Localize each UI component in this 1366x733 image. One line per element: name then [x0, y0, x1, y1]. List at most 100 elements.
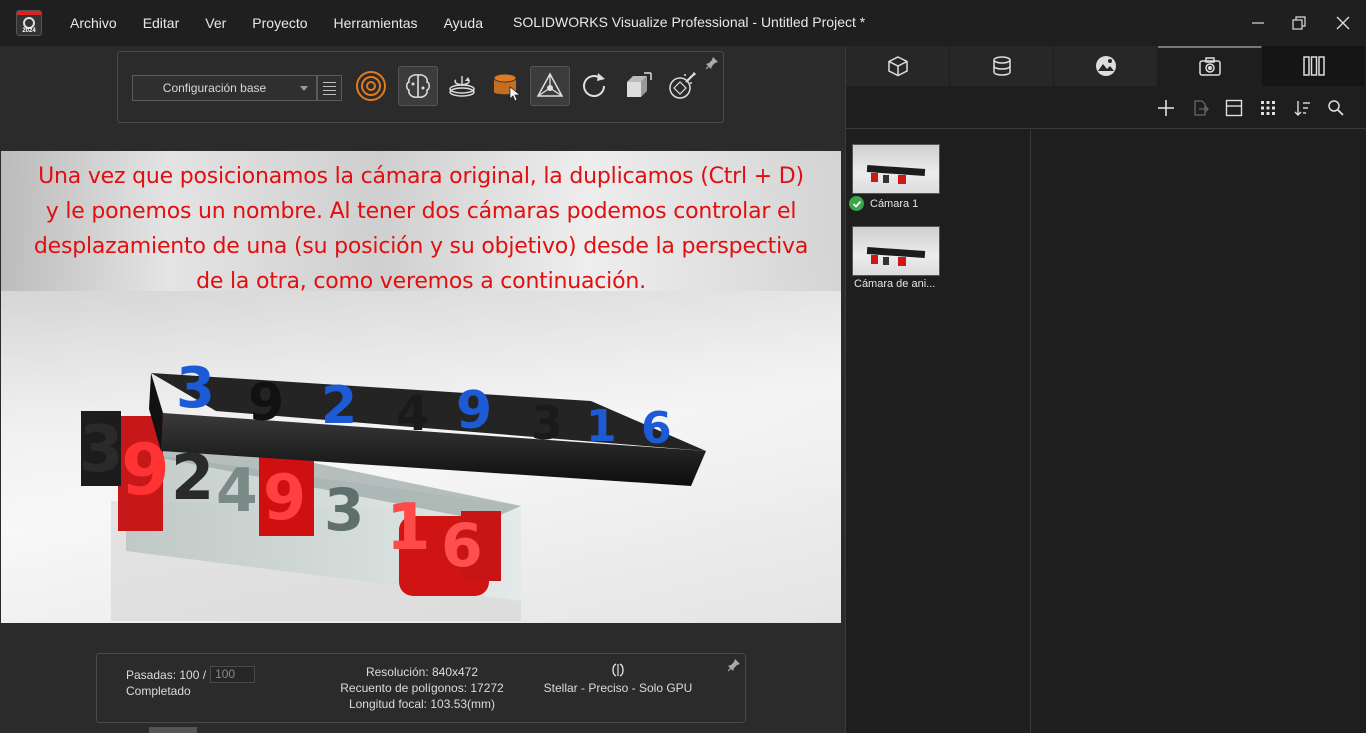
triad-icon: [536, 72, 564, 97]
refresh-icon: [583, 73, 605, 97]
front-digit: 3: [324, 476, 365, 544]
app-logo-year: 2024: [22, 28, 36, 34]
export-camera-button[interactable]: [1190, 98, 1210, 118]
configuration-list-button[interactable]: [317, 75, 342, 101]
close-icon: [1336, 16, 1350, 30]
turntable-tool[interactable]: [442, 66, 482, 106]
add-camera-button[interactable]: [1156, 98, 1176, 118]
tab-scenes[interactable]: [1054, 46, 1158, 86]
pin-icon: [705, 57, 718, 70]
viewport-area: Configuración base 3 9 2 4 9 3 1 6 3 9 2…: [0, 46, 845, 733]
palette-tabs: [846, 46, 1366, 86]
pin-status-button[interactable]: [727, 658, 741, 675]
menu-ver[interactable]: Ver: [205, 15, 226, 31]
caption-line: y le ponemos un nombre. Al tener dos cám…: [45, 199, 797, 224]
magic-wand-icon: [669, 72, 696, 99]
passes-label: Pasadas: 100 /: [126, 667, 207, 682]
menu-editar[interactable]: Editar: [143, 15, 180, 31]
plus-icon: [1158, 100, 1174, 116]
target-tool[interactable]: [351, 66, 391, 106]
cube-icon: [887, 56, 908, 77]
tab-libraries[interactable]: [1262, 46, 1366, 86]
camera-label-row: Cámara 1: [849, 196, 942, 211]
horizontal-scrollbar[interactable]: [149, 727, 197, 733]
database-icon: [992, 56, 1011, 76]
turntable-icon: [449, 76, 475, 97]
camera-name: Cámara 1: [870, 197, 919, 210]
menu-proyecto[interactable]: Proyecto: [252, 15, 307, 31]
grid-icon: [1261, 101, 1275, 115]
chevron-down-icon: [300, 86, 308, 91]
render-status-panel: Pasadas: 100 / 100 Completado Resolución…: [96, 653, 746, 723]
render-viewport[interactable]: 3 9 2 4 9 3 1 6 3 9 2 4 9 3 1 6 Una vez …: [1, 151, 841, 623]
layout-view-button[interactable]: [1224, 98, 1244, 118]
camera-thumbnail: [852, 144, 940, 194]
bar-digit: 3: [176, 356, 215, 421]
caption-line: Una vez que posicionamos la cámara origi…: [38, 164, 804, 189]
camera-label-row: Cámara de ani...: [854, 278, 942, 290]
camera-item[interactable]: Cámara de ani...: [852, 226, 942, 290]
search-icon: [1328, 100, 1344, 116]
configuration-select[interactable]: Configuración base: [132, 75, 317, 101]
resolution-text: Resolución: 840x472: [365, 665, 479, 679]
object-edit-tool[interactable]: [486, 66, 526, 106]
brain-icon: [406, 74, 430, 98]
restore-button[interactable]: [1287, 12, 1311, 34]
camera-thumbnail: [852, 226, 940, 276]
restore-icon: [1292, 16, 1306, 30]
refresh-tool[interactable]: [574, 66, 614, 106]
window-title: SOLIDWORKS Visualize Professional - Unti…: [513, 14, 866, 30]
pin-toolbar-button[interactable]: [705, 56, 719, 75]
tutorial-caption: Una vez que posicionamos la cámara origi…: [1, 159, 841, 299]
focal-length-text: Longitud focal: 103.53(mm): [348, 697, 496, 711]
brain-tool[interactable]: [398, 66, 438, 106]
camera-list: Cámara 1 Cámara de ani...: [846, 130, 1031, 733]
scale-tool[interactable]: [618, 66, 658, 106]
grid-view-button[interactable]: [1258, 98, 1278, 118]
magic-wand-tool[interactable]: [662, 66, 702, 106]
front-digit: 2: [171, 441, 215, 514]
front-digit: 1: [386, 491, 431, 565]
menu-archivo[interactable]: Archivo: [70, 15, 117, 31]
minimize-icon: [1252, 22, 1264, 24]
app-window: 2024 Archivo Editar Ver Proyecto Herrami…: [0, 0, 1366, 733]
bar-digit: 9: [248, 373, 285, 433]
menu-ayuda[interactable]: Ayuda: [444, 15, 483, 31]
search-button[interactable]: [1326, 98, 1346, 118]
camera-item[interactable]: Cámara 1: [849, 144, 942, 211]
tool-panel: Configuración base: [117, 51, 724, 123]
render-mode-label: Stellar - Preciso - Solo GPU: [543, 681, 693, 695]
bar-digit: 4: [396, 386, 430, 442]
configuration-value: Configuración base: [162, 81, 267, 95]
tab-appearances[interactable]: [950, 46, 1054, 86]
triad-tool[interactable]: [530, 66, 570, 106]
active-check-icon: [849, 196, 864, 211]
caption-line: de la otra, como veremos a continuación.: [196, 269, 646, 294]
passes-max-input[interactable]: 100: [210, 666, 256, 683]
bar-digit: 2: [321, 376, 358, 436]
bar-digit: 6: [641, 403, 672, 454]
tab-cameras[interactable]: [1158, 46, 1262, 86]
sort-icon: [1294, 101, 1310, 116]
camera-name: Cámara de ani...: [854, 278, 936, 290]
app-logo[interactable]: 2024: [16, 10, 42, 36]
scale-icon: [627, 72, 652, 97]
palette-panel: Cámara 1 Cámara de ani...: [845, 46, 1366, 733]
menu-herramientas[interactable]: Herramientas: [334, 15, 418, 31]
bar-digit: 3: [531, 396, 564, 450]
title-bar: 2024 Archivo Editar Ver Proyecto Herrami…: [0, 0, 1366, 46]
bar-digit: 9: [456, 381, 493, 441]
polygon-count-text: Recuento de polígonos: 17272: [340, 681, 504, 695]
close-button[interactable]: [1331, 12, 1355, 34]
front-digit: 9: [263, 461, 307, 534]
tab-models[interactable]: [846, 46, 950, 86]
sort-button[interactable]: [1292, 98, 1312, 118]
minimize-button[interactable]: [1246, 12, 1270, 34]
render-state: Completado: [126, 684, 191, 698]
menu-bar: Archivo Editar Ver Proyecto Herramientas…: [70, 0, 509, 46]
caption-line: desplazamiento de una (su posición y su …: [33, 234, 809, 259]
render-stats: Resolución: 840x472 Recuento de polígono…: [327, 664, 517, 712]
front-digit: 3: [79, 413, 124, 487]
render-mode[interactable]: Stellar - Preciso - Solo GPU: [537, 662, 699, 695]
target-icon: [356, 71, 386, 101]
